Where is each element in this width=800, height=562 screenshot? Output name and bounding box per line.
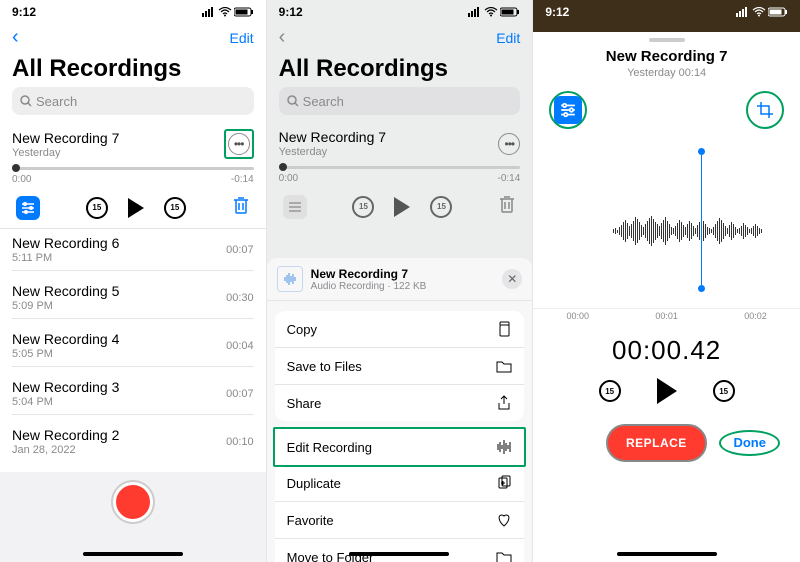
skip-back-icon[interactable]: 15 (599, 380, 621, 402)
list-item[interactable]: New Recording 2Jan 28, 202200:10 (0, 421, 266, 462)
close-icon[interactable]: ✕ (502, 269, 522, 289)
menu-item-edit-recording[interactable]: Edit Recording (273, 427, 527, 467)
playhead[interactable] (701, 151, 702, 289)
status-icons (736, 7, 788, 17)
status-bar: 9:12 (267, 0, 533, 22)
folder-icon (496, 358, 512, 374)
play-icon[interactable] (657, 378, 677, 404)
waveform-icon (496, 439, 512, 455)
menu-item-favorite[interactable]: Favorite (275, 502, 525, 539)
timeline[interactable] (12, 167, 254, 170)
search-icon (287, 95, 299, 107)
page-title: All Recordings (0, 55, 266, 87)
menu-item-move[interactable]: Move to Folder (275, 539, 525, 562)
options-button[interactable] (16, 196, 40, 220)
heart-icon (496, 512, 512, 528)
done-button[interactable]: Done (725, 429, 774, 456)
time-end: -0:14 (231, 174, 254, 185)
search-input[interactable]: Search (279, 87, 521, 115)
highlight-crop (746, 91, 784, 129)
back-chevron-icon[interactable]: ‹ (279, 26, 286, 49)
elapsed-time: 00:00.42 (533, 335, 800, 366)
sheet-title: New Recording 7 (311, 267, 427, 281)
waveform-area[interactable]: 00:00 00:01 00:02 (533, 141, 800, 321)
highlight-options (549, 91, 587, 129)
grabber[interactable] (533, 32, 800, 44)
menu-item-share[interactable]: Share (275, 385, 525, 421)
status-icons (468, 7, 520, 17)
search-input[interactable]: Search (12, 87, 254, 115)
options-button[interactable] (554, 96, 582, 124)
record-button[interactable] (113, 482, 153, 522)
recording-sub: Yesterday (12, 147, 119, 159)
list-item[interactable]: New Recording 55:09 PM00:30 (0, 277, 266, 325)
search-icon (20, 95, 32, 107)
replace-button[interactable]: REPLACE (606, 424, 707, 462)
skip-back-icon: 15 (352, 196, 374, 218)
list-item[interactable]: New Recording 35:04 PM00:07 (0, 373, 266, 421)
edit-link[interactable]: Edit (230, 30, 254, 46)
status-bar: 9:12 (533, 0, 800, 22)
sheet-sub: Audio Recording · 122 KB (311, 281, 427, 292)
highlight-done: Done (719, 430, 780, 456)
home-indicator[interactable] (83, 552, 183, 556)
recording-title: New Recording 7 (12, 130, 119, 146)
screen-action-sheet: 9:12 ‹ Edit All Recordings Search New Re… (267, 0, 534, 562)
back-chevron-icon[interactable]: ‹ (12, 26, 19, 49)
menu-item-duplicate[interactable]: Duplicate (275, 465, 525, 502)
crop-button[interactable] (751, 96, 779, 124)
waveform-icon (277, 266, 303, 292)
status-time: 9:12 (12, 5, 36, 19)
timeline[interactable] (279, 166, 521, 169)
list-item[interactable]: New Recording 45:05 PM00:04 (0, 325, 266, 373)
skip-fwd-icon: 15 (430, 196, 452, 218)
play-icon (394, 197, 410, 217)
skip-fwd-icon[interactable]: 15 (164, 197, 186, 219)
skip-back-icon[interactable]: 15 (86, 197, 108, 219)
status-time: 9:12 (545, 5, 569, 19)
record-area (0, 472, 266, 562)
list-item[interactable]: New Recording 65:11 PM00:07 (0, 229, 266, 277)
duplicate-icon (496, 475, 512, 491)
trash-icon[interactable] (232, 195, 250, 220)
folder-icon (496, 549, 512, 562)
page-title: All Recordings (267, 55, 533, 87)
more-button[interactable]: ••• (498, 133, 520, 155)
home-indicator[interactable] (617, 552, 717, 556)
time-start: 0:00 (12, 174, 31, 185)
screen-all-recordings: 9:12 ‹ Edit All Recordings Search New Re… (0, 0, 267, 562)
copy-icon (496, 321, 512, 337)
status-time: 9:12 (279, 5, 303, 19)
more-button[interactable]: ••• (228, 133, 250, 155)
recording-sub: Yesterday 00:14 (533, 67, 800, 79)
recording-expanded: New Recording 7 Yesterday ••• 0:00 -0:14… (0, 123, 266, 229)
edit-link[interactable]: Edit (496, 30, 520, 46)
play-icon[interactable] (128, 198, 144, 218)
highlight-more-button: ••• (224, 129, 254, 159)
menu-item-save[interactable]: Save to Files (275, 348, 525, 385)
skip-fwd-icon[interactable]: 15 (713, 380, 735, 402)
trash-icon (498, 194, 516, 219)
options-button (283, 195, 307, 219)
status-icons (202, 7, 254, 17)
recording-title: New Recording 7 (533, 48, 800, 65)
action-sheet: New Recording 7 Audio Recording · 122 KB… (267, 258, 533, 562)
search-placeholder: Search (36, 94, 77, 109)
waveform-icon (613, 211, 800, 251)
screen-edit-recording: 9:12 New Recording 7 Yesterday 00:14 00:… (533, 0, 800, 562)
home-indicator[interactable] (349, 552, 449, 556)
status-bar: 9:12 (0, 0, 266, 22)
menu-item-copy[interactable]: Copy (275, 311, 525, 348)
share-icon (496, 395, 512, 411)
